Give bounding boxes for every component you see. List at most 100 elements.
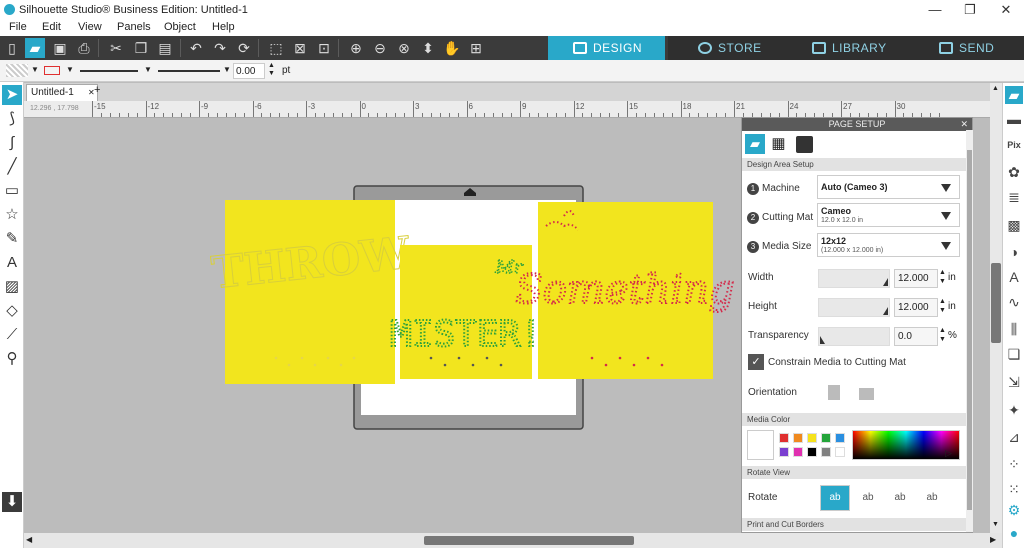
text-tool-icon[interactable]: A [2,253,22,273]
close-window-button[interactable]: ✕ [991,1,1021,18]
send-settings-icon[interactable]: ⚙ [1005,501,1023,519]
library-download-icon[interactable]: ⬇ [2,492,22,512]
line-style-icon[interactable]: ◑ [1005,243,1023,261]
cut-icon[interactable]: ✂ [106,38,126,58]
open-icon[interactable]: ▰ [25,38,45,58]
pencil-tool-icon[interactable]: ✎ [2,229,22,249]
add-tab-icon[interactable]: + [94,84,100,96]
maximize-button[interactable]: ❐ [955,1,985,18]
transform-icon[interactable]: ⇲ [1005,373,1023,391]
color-swatch[interactable] [793,433,803,443]
line-join-preview[interactable] [158,70,220,72]
slider-handle[interactable] [883,307,888,315]
redraw-icon[interactable]: ⟳ [234,38,254,58]
menu-file[interactable]: File [9,21,27,33]
point-edit-icon[interactable]: ⟆ [2,109,22,129]
print-icon[interactable]: ⎙ [74,38,94,58]
redo-icon[interactable]: ↷ [210,38,230,58]
color-swatch[interactable] [835,433,845,443]
menu-view[interactable]: View [78,21,102,33]
rotate-180-button[interactable]: ab [885,485,915,511]
tab-send[interactable]: SEND [904,36,1024,60]
spectrum-arrow-icon[interactable]: ▷ [945,448,952,459]
select-all-icon[interactable]: ⬚ [266,38,286,58]
paste-icon[interactable]: ▤ [155,38,175,58]
rhinestone-icon[interactable]: ⁘ [1005,455,1023,473]
save-icon[interactable]: ▣ [50,38,70,58]
gradient-icon[interactable]: ▩ [1005,216,1023,234]
pan-hand-icon[interactable]: ✋ [442,38,462,58]
dropdown-arrow-icon[interactable]: ▼ [66,65,74,74]
sketch-icon[interactable]: ∿ [1005,293,1023,311]
menu-panels[interactable]: Panels [117,21,151,33]
menu-object[interactable]: Object [164,21,196,33]
scroll-right-icon[interactable]: ▶ [990,535,996,544]
color-swatch[interactable] [807,433,817,443]
select-by-color-icon[interactable]: ⊡ [314,38,334,58]
portrait-icon[interactable] [828,385,840,400]
tab-library[interactable]: LIBRARY [786,36,904,60]
tab-store[interactable]: STORE [668,36,786,60]
line-width-input[interactable]: 0.00 [233,63,265,79]
horizontal-scroll-thumb[interactable] [424,536,634,545]
fill-tool-icon[interactable]: ▨ [2,277,22,297]
slider-handle[interactable] [883,278,888,286]
fit-to-page-icon[interactable]: ⬍ [418,38,438,58]
vertical-scrollbar[interactable]: ▲ ▼ [990,83,1002,533]
scroll-left-icon[interactable]: ◀ [26,535,32,544]
landscape-icon[interactable] [859,388,874,400]
background-tab-icon[interactable] [796,136,813,153]
width-input[interactable]: 12.000 [894,269,938,288]
curve-icon[interactable]: ∫ [2,133,22,153]
height-slider[interactable] [818,298,890,317]
rotate-90-button[interactable]: ab [853,485,883,511]
page-setup-icon[interactable]: ▰ [1005,86,1023,104]
rotate-0-button[interactable]: ab [820,485,850,511]
dropdown-arrow-icon[interactable]: ▼ [31,65,39,74]
current-media-color[interactable] [747,430,774,460]
width-slider[interactable] [818,269,890,288]
height-input[interactable]: 12.000 [894,298,938,317]
text-style-icon[interactable]: A [1005,268,1023,286]
color-swatch[interactable] [779,447,789,457]
fill-pattern-swatch[interactable] [6,64,28,77]
line-color-icon[interactable]: ≣ [1005,188,1023,206]
cutting-mat-select[interactable]: Cameo 12.0 x 12.0 in [817,203,960,227]
offset-icon[interactable]: ✦ [1005,401,1023,419]
copy-icon[interactable]: ❐ [131,38,151,58]
zoom-in-icon[interactable]: ⊕ [346,38,366,58]
registration-icon[interactable]: ▬ [1005,110,1023,128]
doc-tab-untitled[interactable]: Untitled-1 ✕ [26,84,98,101]
scroll-up-icon[interactable]: ▲ [992,85,999,92]
add-page-icon[interactable]: ⊞ [466,38,486,58]
color-spectrum-picker[interactable] [852,430,960,460]
pixscan-icon[interactable]: Pix [1005,136,1023,154]
dropdown-arrow-icon[interactable]: ▼ [144,65,152,74]
select-arrow-icon[interactable]: ➤ [2,85,22,105]
grid-tab-icon[interactable]: ▦ [770,136,787,153]
transparency-stepper[interactable]: ▲ ▼ [939,326,946,344]
color-swatch[interactable] [779,433,789,443]
fill-color-icon[interactable]: ✿ [1005,163,1023,181]
deselect-icon[interactable]: ⊠ [290,38,310,58]
library-icon[interactable]: ● [1005,524,1023,542]
color-swatch[interactable] [821,447,831,457]
transparency-input[interactable]: 0.0 [894,327,938,346]
color-swatch[interactable] [835,447,845,457]
tab-design[interactable]: DESIGN [548,36,665,60]
slider-handle[interactable] [820,336,825,344]
dropdown-arrow-icon[interactable]: ▼ [223,65,231,74]
new-icon[interactable]: ▯ [2,38,22,58]
align-icon[interactable]: ⫼ [1005,320,1023,338]
menu-help[interactable]: Help [212,21,235,33]
menu-edit[interactable]: Edit [42,21,61,33]
transparency-slider[interactable] [818,327,890,346]
rectangle-tool-icon[interactable]: ▭ [2,181,22,201]
page-setup-tab-icon[interactable]: ▰ [745,134,765,154]
color-swatch[interactable] [821,433,831,443]
scroll-down-icon[interactable]: ▼ [992,521,999,528]
panel-scrollbar[interactable] [966,130,973,532]
star-tool-icon[interactable]: ☆ [2,205,22,225]
line-tool-icon[interactable]: ╱ [2,157,22,177]
zoom-select-icon[interactable]: ⊗ [394,38,414,58]
